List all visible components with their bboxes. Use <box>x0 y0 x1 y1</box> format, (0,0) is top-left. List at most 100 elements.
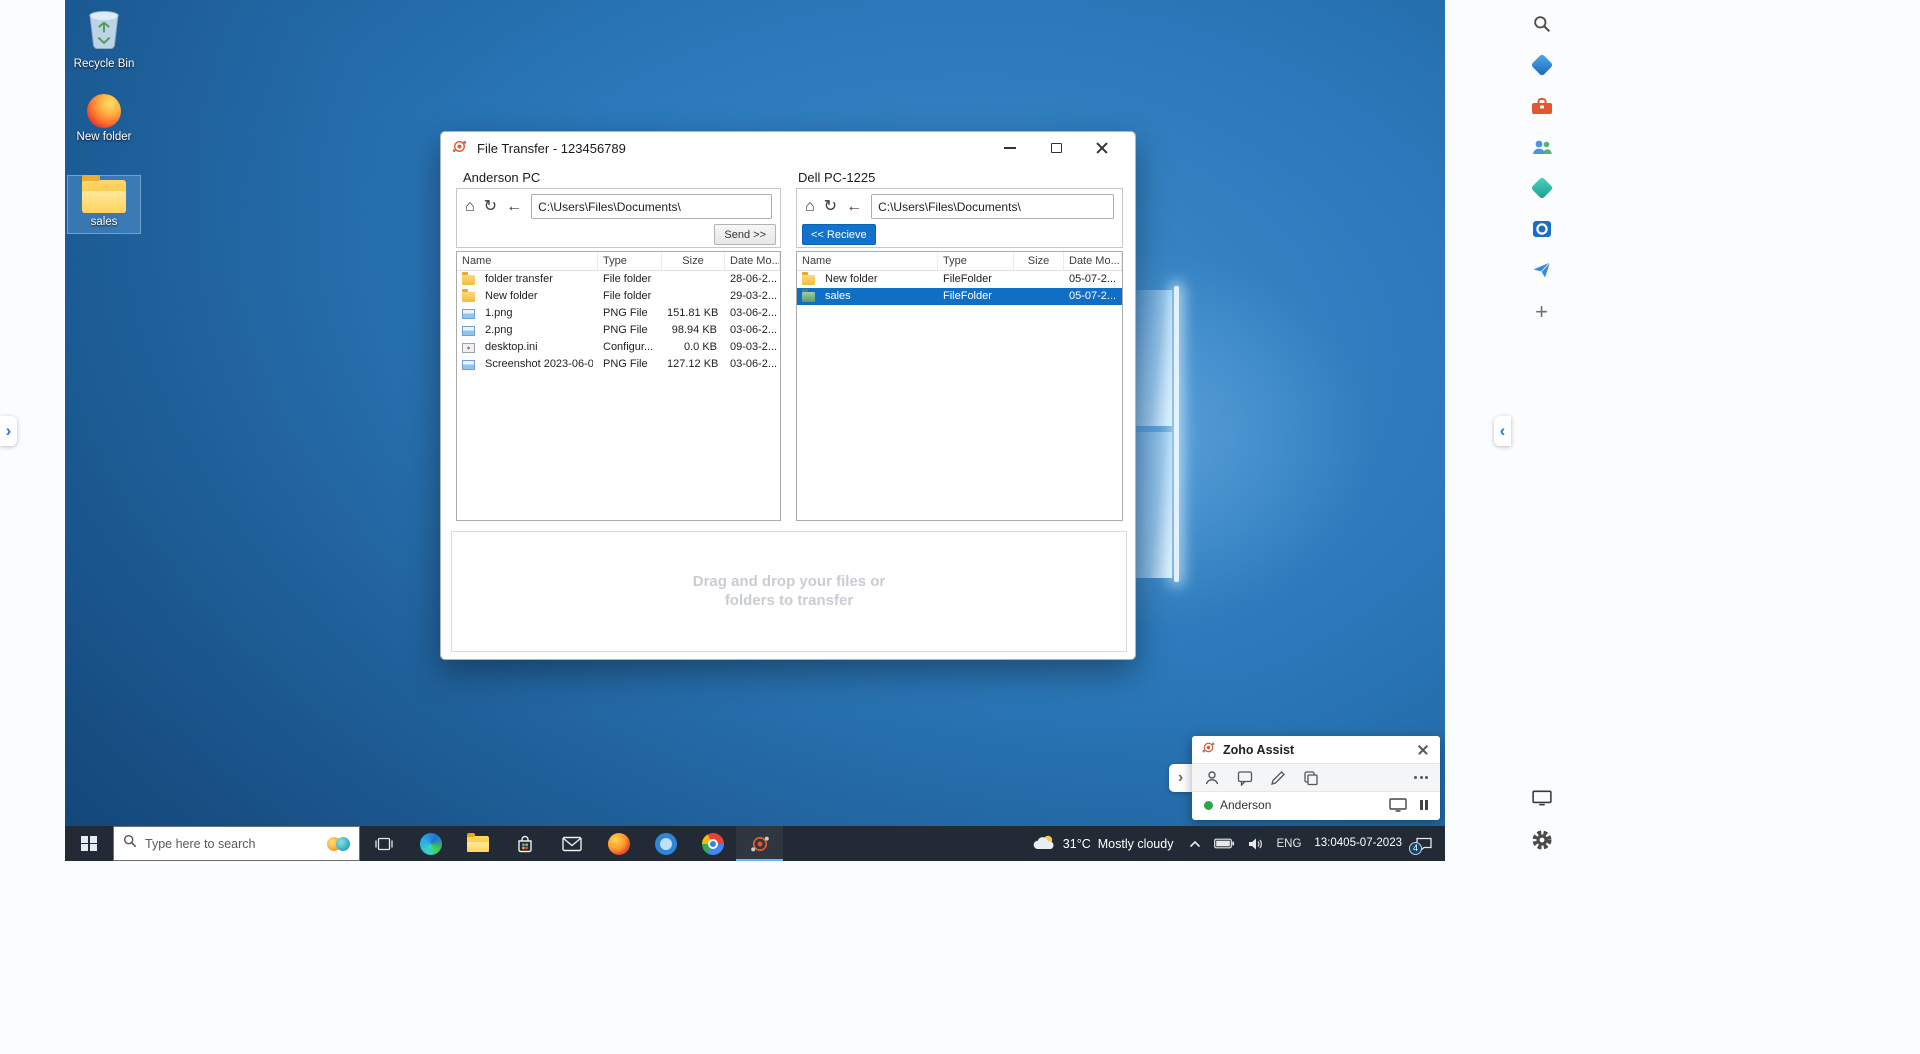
display-icon[interactable] <box>1528 784 1555 811</box>
search-placeholder: Type here to search <box>145 837 319 851</box>
column-header-size[interactable]: Size <box>662 252 725 270</box>
toolbox-icon[interactable] <box>1528 92 1555 119</box>
file-date: 05-07-2... <box>1064 288 1122 305</box>
people-icon[interactable] <box>1528 133 1555 160</box>
close-button[interactable] <box>1079 135 1125 161</box>
home-icon[interactable]: ⌂ <box>465 199 475 215</box>
file-type: File folder <box>598 288 662 305</box>
task-view-button[interactable] <box>360 826 407 861</box>
edge-icon[interactable] <box>407 826 454 861</box>
file-row[interactable]: New folder FileFolder 05-07-2... <box>797 271 1122 288</box>
remote-desktop: Recycle Bin New folder sales <box>65 0 1445 861</box>
windows-logo-icon <box>81 836 97 852</box>
maximize-button[interactable] <box>1033 135 1079 161</box>
file-row[interactable]: desktop.ini Configur... 0.0 KB 09-03-2..… <box>457 339 780 356</box>
search-icon[interactable] <box>1528 10 1555 37</box>
left-panel-toggle[interactable]: › <box>0 416 17 446</box>
refresh-icon[interactable]: ↻ <box>824 199 837 215</box>
outlook-icon[interactable] <box>1528 215 1555 242</box>
desktop-icon-recycle-bin[interactable]: Recycle Bin <box>68 4 140 75</box>
file-row[interactable]: 2.png PNG File 98.94 KB 03-06-2... <box>457 322 780 339</box>
file-size <box>1014 271 1064 288</box>
file-row[interactable]: sales FileFolder 05-07-2... <box>797 288 1122 305</box>
annotate-icon[interactable] <box>1270 770 1286 786</box>
file-size: 0.0 KB <box>662 339 725 356</box>
battery-icon[interactable] <box>1214 838 1234 849</box>
column-header-size[interactable]: Size <box>1014 252 1064 270</box>
column-header-name[interactable]: Name <box>457 252 598 270</box>
copy-icon[interactable] <box>1303 770 1319 786</box>
widget-close-icon[interactable] <box>1415 742 1431 758</box>
remote-path-input[interactable] <box>871 194 1114 219</box>
start-button[interactable] <box>65 826 113 861</box>
home-icon[interactable]: ⌂ <box>805 199 815 215</box>
volume-icon[interactable] <box>1247 837 1263 851</box>
column-header-name[interactable]: Name <box>797 252 938 270</box>
chrome-icon[interactable] <box>689 826 736 861</box>
column-header-type[interactable]: Type <box>598 252 662 270</box>
pause-icon[interactable] <box>1420 800 1428 810</box>
settings-gear-icon[interactable] <box>1528 826 1555 853</box>
firefox-icon[interactable] <box>595 826 642 861</box>
back-icon[interactable]: ← <box>846 199 862 215</box>
receive-button[interactable]: << Recieve <box>802 224 876 245</box>
refresh-icon[interactable]: ↻ <box>484 199 497 215</box>
back-icon[interactable]: ← <box>506 199 522 215</box>
column-header-date[interactable]: Date Mo... <box>1064 252 1122 270</box>
date: 05-07-2023 <box>1343 836 1402 851</box>
file-size: 98.94 KB <box>662 322 725 339</box>
zoho-assist-taskbar-icon[interactable] <box>736 826 783 861</box>
file-type: PNG File <box>598 305 662 322</box>
weather-widget[interactable]: 31°C Mostly cloudy <box>1024 833 1182 854</box>
send-icon[interactable] <box>1528 256 1555 283</box>
add-icon[interactable]: + <box>1528 298 1555 325</box>
zoho-app-icon[interactable] <box>1528 51 1555 78</box>
clock[interactable]: 13:04 05-07-2023 <box>1314 836 1402 851</box>
file-transfer-window: File Transfer - 123456789 Anderson PC De… <box>440 131 1136 660</box>
action-center-icon[interactable]: 4 <box>1415 836 1433 852</box>
file-row[interactable]: folder transfer File folder 28-06-2... <box>457 271 780 288</box>
file-row[interactable]: New folder File folder 29-03-2... <box>457 288 780 305</box>
widget-title: Zoho Assist <box>1223 743 1294 757</box>
display-icon[interactable] <box>1389 798 1407 812</box>
drag-drop-zone[interactable]: Drag and drop your files or folders to t… <box>451 531 1127 652</box>
file-explorer-icon[interactable] <box>454 826 501 861</box>
file-type: PNG File <box>598 356 662 373</box>
mail-icon[interactable] <box>548 826 595 861</box>
tray-expand-icon[interactable] <box>1189 840 1201 848</box>
right-panel-toggle[interactable]: ‹ <box>1494 416 1511 446</box>
file-type: FileFolder <box>938 271 1014 288</box>
store-icon[interactable] <box>501 826 548 861</box>
file-name: New folder <box>480 288 543 305</box>
send-button[interactable]: Send >> <box>714 224 776 245</box>
column-header-date[interactable]: Date Mo... <box>725 252 780 270</box>
file-type-icon <box>462 309 475 319</box>
zoho-assist-viewer: Recycle Bin New folder sales <box>0 0 1920 1054</box>
file-type-icon <box>802 292 815 302</box>
file-name: New folder <box>820 271 883 288</box>
list-header: Name Type Size Date Mo... <box>457 252 780 271</box>
participants-icon[interactable] <box>1204 770 1220 786</box>
settings-app-icon[interactable] <box>642 826 689 861</box>
remote-computer-label: Dell PC-1225 <box>798 170 875 185</box>
file-type-icon <box>802 275 815 285</box>
title-bar[interactable]: File Transfer - 123456789 <box>441 132 1135 164</box>
file-date: 03-06-2... <box>725 322 780 339</box>
language-indicator[interactable]: ENG <box>1276 838 1301 850</box>
taskbar-search[interactable]: Type here to search <box>113 826 360 861</box>
more-options-icon[interactable] <box>1414 776 1428 779</box>
desktop-icon-sales[interactable]: sales <box>68 176 140 233</box>
local-path-input[interactable] <box>531 194 772 219</box>
file-date: 03-06-2... <box>725 305 780 322</box>
column-header-type[interactable]: Type <box>938 252 1014 270</box>
file-row[interactable]: 1.png PNG File 151.81 KB 03-06-2... <box>457 305 780 322</box>
desktop-icon-label: sales <box>91 216 118 229</box>
file-row[interactable]: Screenshot 2023-06-03... PNG File 127.12… <box>457 356 780 373</box>
assist-widget-collapse-tab[interactable]: › <box>1169 764 1192 792</box>
file-type: File folder <box>598 271 662 288</box>
gem-icon[interactable] <box>1528 174 1555 201</box>
app-shortcut-icon <box>87 94 121 128</box>
chat-icon[interactable] <box>1237 770 1253 786</box>
minimize-button[interactable] <box>987 135 1033 161</box>
desktop-icon-new-folder[interactable]: New folder <box>68 90 140 148</box>
